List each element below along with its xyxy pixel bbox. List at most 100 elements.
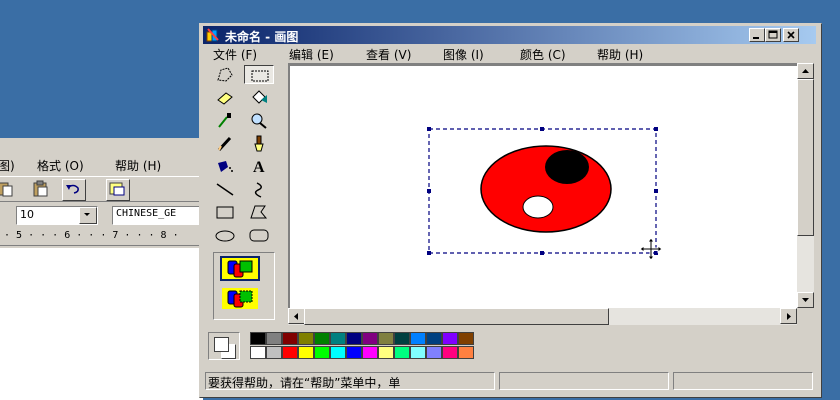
maximize-button[interactable] [765, 28, 781, 42]
paint-window: 未命名 - 画图 文件 (F) 编辑 (E) 查看 (V) 图像 (I) 颜色 … [199, 23, 822, 398]
arrow-down-icon [802, 298, 809, 302]
pencil-tool-button[interactable] [210, 134, 240, 153]
palette-swatch[interactable] [442, 332, 458, 345]
palette-swatch[interactable] [250, 332, 266, 345]
vertical-scrollbar[interactable] [797, 63, 814, 308]
scroll-up-button[interactable] [797, 63, 814, 79]
airbrush-icon [218, 161, 233, 172]
curve-tool-button[interactable] [244, 180, 274, 199]
minimize-button[interactable] [749, 28, 765, 42]
brush-tool-button[interactable] [244, 134, 274, 153]
palette-swatch[interactable] [394, 346, 410, 359]
paste-button[interactable] [30, 179, 52, 199]
menu-image[interactable]: 图像 (I) [439, 46, 488, 63]
horizontal-scrollbar[interactable] [288, 308, 797, 325]
insert-object-button[interactable] [106, 179, 130, 201]
polygon-icon [250, 205, 268, 219]
palette-swatch[interactable] [282, 332, 298, 345]
selection-handle [540, 251, 544, 255]
palette-swatch[interactable] [378, 332, 394, 345]
line-tool-button[interactable] [210, 180, 240, 199]
palette-swatch[interactable] [426, 332, 442, 345]
palette-swatch[interactable] [378, 346, 394, 359]
current-colors[interactable] [208, 332, 240, 360]
wordpad-window: 图) 格式 (O) 帮助 (H) 10 CHINESE_GE · 5 · · ·… [0, 138, 204, 400]
menu-colors[interactable]: 颜色 (C) [516, 46, 570, 63]
close-button[interactable] [783, 28, 799, 42]
palette-swatch[interactable] [314, 332, 330, 345]
wordpad-toolbar [0, 176, 203, 202]
ellipse-tool-button[interactable] [210, 226, 240, 245]
palette-swatch[interactable] [250, 346, 266, 359]
font-size-dropdown-button[interactable] [79, 207, 97, 224]
font-name-select[interactable]: CHINESE_GE [112, 206, 204, 225]
fill-tool-button[interactable] [244, 88, 274, 107]
polygon-tool-button[interactable] [244, 203, 274, 222]
palette-swatch[interactable] [410, 346, 426, 359]
opaque-option-button[interactable] [220, 256, 260, 281]
palette-swatch[interactable] [362, 332, 378, 345]
wordpad-format-bar: 10 CHINESE_GE [0, 204, 204, 226]
status-coordinates-pane [499, 372, 669, 390]
wordpad-document-area[interactable] [0, 248, 203, 400]
ellipse-icon [215, 230, 235, 242]
rounded-rect-tool-button[interactable] [244, 226, 274, 245]
palette-swatch[interactable] [282, 346, 298, 359]
transparent-option-button[interactable] [220, 286, 260, 311]
palette-swatch[interactable] [346, 332, 362, 345]
menu-help[interactable]: 帮助 (H) [593, 46, 647, 63]
airbrush-tool-button[interactable] [210, 157, 240, 176]
magnifier-tool-button[interactable] [244, 111, 274, 130]
insert-object-icon [109, 182, 125, 196]
palette-swatch[interactable] [266, 332, 282, 345]
palette-swatch[interactable] [442, 346, 458, 359]
palette-swatch[interactable] [314, 346, 330, 359]
palette-swatch[interactable] [330, 332, 346, 345]
palette-swatch[interactable] [298, 346, 314, 359]
wordpad-menu-insert[interactable]: 图) [0, 157, 15, 174]
arrow-left-icon [294, 313, 298, 320]
scroll-down-button[interactable] [797, 292, 814, 308]
palette-swatch[interactable] [410, 332, 426, 345]
menu-edit[interactable]: 编辑 (E) [285, 46, 338, 63]
rect-select-tool-button[interactable] [244, 65, 274, 84]
title-bar[interactable]: 未命名 - 画图 [203, 26, 816, 44]
menu-file[interactable]: 文件 (F) [209, 46, 261, 63]
palette-swatch[interactable] [426, 346, 442, 359]
selection-handle [654, 189, 658, 193]
pick-color-tool-button[interactable] [210, 111, 240, 130]
eraser-tool-button[interactable] [210, 88, 240, 107]
ruler-marks: · 5 · · · 6 · · · 7 · · · 8 · [4, 230, 179, 241]
paste-special-button[interactable] [0, 179, 16, 199]
palette-swatch[interactable] [362, 346, 378, 359]
text-tool-button[interactable]: A [244, 157, 274, 176]
text-icon: A [253, 159, 265, 175]
status-bar: 要获得帮助，请在“帮助”菜单中，单 [203, 370, 816, 392]
pencil-icon [217, 136, 232, 152]
scroll-right-button[interactable] [780, 308, 797, 324]
free-form-select-tool-button[interactable] [210, 65, 240, 84]
menu-view[interactable]: 查看 (V) [362, 46, 415, 63]
wordpad-menu-help[interactable]: 帮助 (H) [115, 157, 161, 174]
vertical-scroll-thumb[interactable] [797, 79, 814, 236]
canvas-drawing [427, 127, 658, 255]
drawing-canvas[interactable] [290, 66, 798, 317]
undo-button[interactable] [62, 179, 86, 201]
selection-handle [427, 189, 431, 193]
wordpad-menu-format[interactable]: 格式 (O) [37, 157, 84, 174]
palette-swatch[interactable] [266, 346, 282, 359]
palette-swatch[interactable] [330, 346, 346, 359]
font-name-value: CHINESE_GE [116, 208, 177, 219]
palette-swatch[interactable] [458, 332, 474, 345]
palette-swatch[interactable] [346, 346, 362, 359]
eyedropper-icon [218, 113, 231, 128]
selection-handle [654, 127, 658, 131]
palette-swatch[interactable] [298, 332, 314, 345]
font-size-select[interactable]: 10 [16, 206, 98, 225]
arrow-up-icon [802, 69, 809, 73]
palette-swatch[interactable] [394, 332, 410, 345]
scroll-left-button[interactable] [288, 308, 305, 324]
palette-swatch[interactable] [458, 346, 474, 359]
rectangle-tool-button[interactable] [210, 203, 240, 222]
horizontal-scroll-thumb[interactable] [304, 308, 609, 325]
